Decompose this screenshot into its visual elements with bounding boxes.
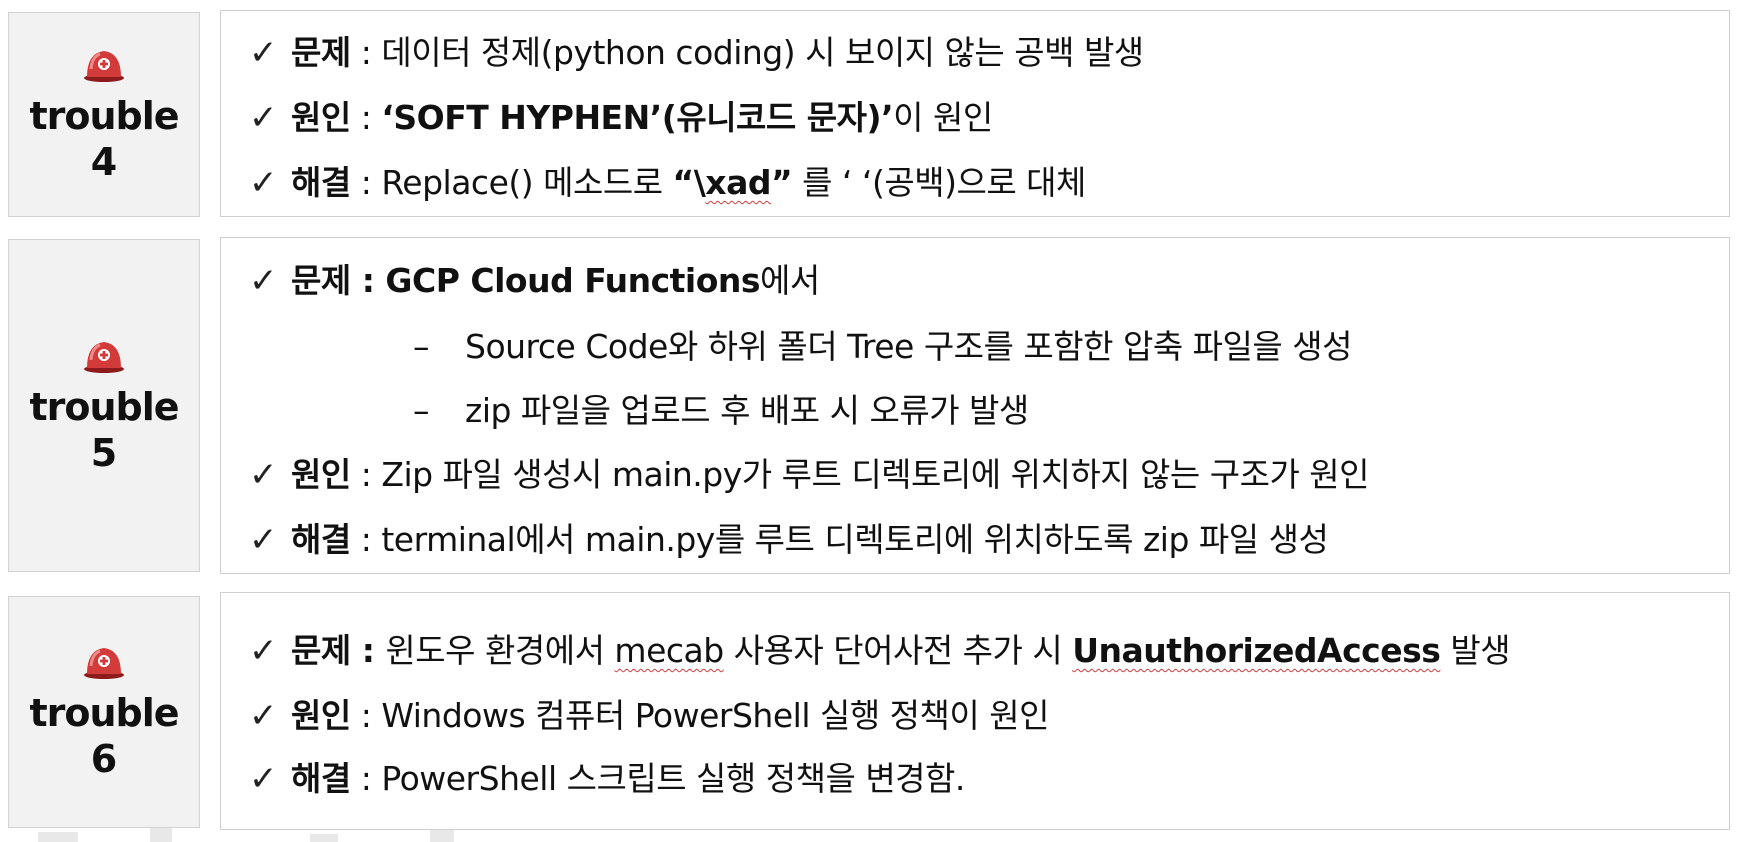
sub-item: – zip 파일을 업로드 후 배포 시 오류가 발생: [413, 391, 1029, 431]
trouble-word: trouble: [29, 691, 179, 735]
sub-text: Source Code와 하위 폴더 Tree 구조를 포함한 압축 파일을 생…: [465, 327, 1352, 366]
trouble-label-4: trouble 4: [8, 12, 200, 217]
check-icon: ✓: [249, 520, 278, 560]
trouble-word: trouble: [29, 93, 179, 138]
cause-key: 원인: [291, 455, 351, 494]
trouble-label-5: trouble 5: [8, 239, 200, 572]
separator: :: [350, 261, 386, 300]
problem-text: 데이터 정제(python coding) 시 보이지 않는 공백 발생: [381, 33, 1144, 72]
hard-hat-icon: [84, 50, 124, 82]
problem-line: ✓ 문제 : GCP Cloud Functions에서: [249, 261, 820, 301]
check-icon: ✓: [249, 33, 278, 73]
fix-key: 해결: [291, 759, 351, 798]
trouble-number: 4: [90, 139, 118, 184]
cause-text: Zip 파일 생성시 main.py가 루트 디렉토리에 위치하지 않는 구조가…: [381, 455, 1370, 494]
problem-key: 문제: [291, 261, 351, 300]
fix-line: ✓ 해결 : terminal에서 main.py를 루트 디렉토리에 위치하도록…: [249, 520, 1329, 560]
sub-item: – Source Code와 하위 폴더 Tree 구조를 포함한 압축 파일을 …: [413, 327, 1352, 367]
separator: :: [350, 520, 382, 559]
sub-text: zip 파일을 업로드 후 배포 시 오류가 발생: [465, 391, 1029, 430]
trouble-content-4: ✓ 문제 : 데이터 정제(python coding) 시 보이지 않는 공백 …: [220, 10, 1730, 217]
fix-key: 해결: [291, 163, 351, 202]
check-icon: ✓: [249, 455, 278, 495]
trouble-list: trouble 4 ✓ 문제 : 데이터 정제(python coding) 시 …: [0, 0, 1742, 842]
fix-quote-open: “\: [672, 163, 706, 202]
cause-line: ✓ 원인 : ‘SOFT HYPHEN’(유니코드 문자)’이 원인: [249, 98, 993, 138]
trouble-label-6: trouble 6: [8, 596, 200, 828]
check-icon: ✓: [249, 631, 278, 671]
fix-key: 해결: [291, 520, 351, 559]
separator: :: [350, 631, 386, 670]
problem-mid: 사용자 단어사전 추가 시: [723, 631, 1073, 670]
separator: :: [350, 163, 382, 202]
trouble-word: trouble: [29, 384, 179, 429]
hard-hat-icon: [84, 341, 124, 373]
cause-line: ✓ 원인 : Windows 컴퓨터 PowerShell 실행 정책이 원인: [249, 696, 1049, 736]
decorative-fragment: [310, 834, 338, 842]
separator: :: [350, 98, 382, 137]
problem-key: 문제: [291, 631, 351, 670]
problem-bold: GCP Cloud Functions: [385, 261, 761, 300]
problem-line: ✓ 문제 : 데이터 정제(python coding) 시 보이지 않는 공백 …: [249, 33, 1144, 73]
problem-pre: 윈도우 환경에서: [385, 631, 615, 670]
trouble-content-5: ✓ 문제 : GCP Cloud Functions에서 – Source Code…: [220, 237, 1730, 574]
fix-post: 를 ‘ ‘(공백)으로 대체: [792, 163, 1086, 202]
problem-post: 발생: [1440, 631, 1511, 670]
decorative-fragment: [150, 828, 172, 842]
cause-key: 원인: [291, 696, 351, 735]
problem-line: ✓ 문제 : 윈도우 환경에서 mecab 사용자 단어사전 추가 시 Unaut…: [249, 631, 1511, 671]
check-icon: ✓: [249, 759, 278, 799]
check-icon: ✓: [249, 696, 278, 736]
trouble-content-6: ✓ 문제 : 윈도우 환경에서 mecab 사용자 단어사전 추가 시 Unaut…: [220, 592, 1730, 830]
check-icon: ✓: [249, 261, 278, 301]
trouble-number: 5: [90, 430, 118, 475]
cause-bold: ‘SOFT HYPHEN’(유니코드 문자)’: [381, 98, 894, 137]
decorative-fragment: [38, 832, 78, 842]
fix-text: terminal에서 main.py를 루트 디렉토리에 위치하도록 zip 파…: [381, 520, 1329, 559]
fix-text: PowerShell 스크립트 실행 정책을 변경함.: [381, 759, 965, 798]
cause-line: ✓ 원인 : Zip 파일 생성시 main.py가 루트 디렉토리에 위치하지 …: [249, 455, 1370, 495]
cause-text: 이 원인: [893, 98, 993, 137]
check-icon: ✓: [249, 163, 278, 203]
check-icon: ✓: [249, 98, 278, 138]
dash-bullet: –: [413, 327, 430, 366]
fix-line: ✓ 해결 : PowerShell 스크립트 실행 정책을 변경함.: [249, 759, 965, 799]
separator: :: [350, 759, 382, 798]
fix-xad: xad: [705, 163, 771, 202]
problem-mecab: mecab: [614, 631, 724, 670]
separator: :: [350, 33, 382, 72]
trouble-number: 6: [90, 737, 118, 781]
separator: :: [350, 455, 382, 494]
problem-key: 문제: [291, 33, 351, 72]
hard-hat-icon: [84, 648, 124, 679]
problem-bold: UnauthorizedAccess: [1072, 631, 1441, 670]
fix-quote-close: ”: [770, 163, 793, 202]
decorative-fragment: [430, 830, 454, 842]
cause-text: Windows 컴퓨터 PowerShell 실행 정책이 원인: [381, 696, 1049, 735]
fix-pre: Replace() 메소드로: [381, 163, 673, 202]
dash-bullet: –: [413, 391, 430, 430]
problem-text: 에서: [760, 261, 820, 300]
cause-key: 원인: [291, 98, 351, 137]
separator: :: [350, 696, 382, 735]
fix-line: ✓ 해결 : Replace() 메소드로 “\xad” 를 ‘ ‘(공백)으로 …: [249, 163, 1086, 203]
